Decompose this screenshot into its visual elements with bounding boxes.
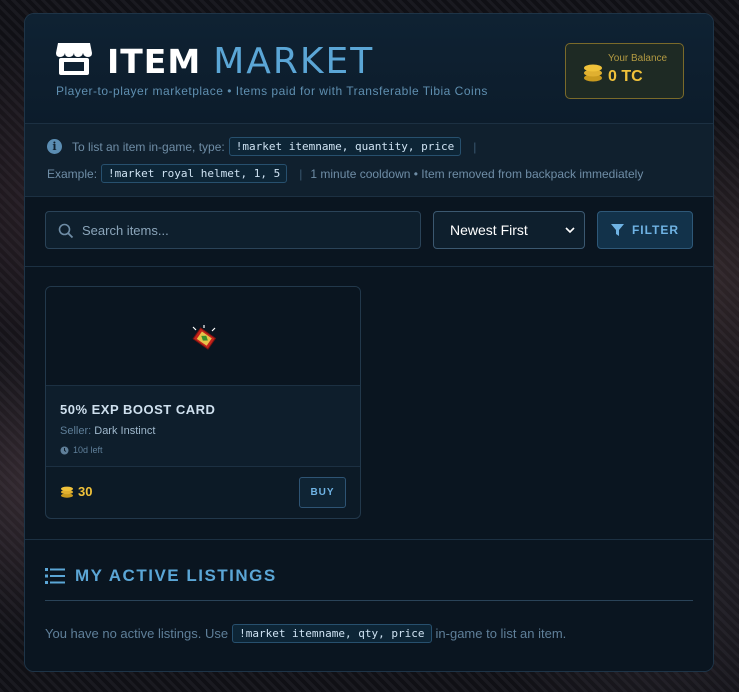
balance-label: Your Balance — [608, 53, 668, 64]
market-panel: ITEM MARKET Player-to-player marketplace… — [24, 13, 714, 672]
info-separator: | — [299, 166, 303, 181]
chevron-down-icon — [565, 227, 575, 234]
clock-icon — [60, 446, 69, 454]
item-footer: 30 BUY — [46, 467, 360, 518]
item-time-left: 10d left — [60, 445, 103, 455]
example-label: Example: — [47, 166, 98, 181]
empty-listings-message: You have no active listings. Use !market… — [45, 624, 566, 643]
sort-selected-value: Newest First — [450, 222, 528, 238]
empty-suffix: in-game to list an item. — [435, 626, 567, 641]
buy-button[interactable]: BUY — [299, 477, 346, 508]
info-separator: | — [473, 139, 477, 154]
filter-label: FILTER — [631, 223, 680, 237]
page-subtitle: Player-to-player marketplace • Items pai… — [56, 84, 488, 98]
item-image-area — [46, 287, 360, 386]
filter-button[interactable]: FILTER — [597, 211, 693, 249]
empty-code: !market itemname, qty, price — [232, 624, 432, 643]
item-details: 50% EXP BOOST CARD Seller: Dark Instinct… — [46, 386, 360, 467]
seller-name: Dark Instinct — [94, 425, 156, 437]
listings-title: MY ACTIVE LISTINGS — [75, 566, 277, 585]
search-box[interactable] — [45, 211, 421, 249]
store-icon — [56, 43, 92, 75]
seller-label: Seller: — [60, 425, 92, 437]
example-code: !market royal helmet, 1, 5 — [101, 164, 288, 183]
title-part-item: ITEM — [107, 42, 202, 81]
title-part-market: MARKET — [213, 41, 375, 82]
balance-box: Your Balance 0 TC — [565, 43, 684, 99]
price-value: 30 — [78, 484, 93, 499]
command-code: !market itemname, quantity, price — [228, 137, 462, 156]
empty-prefix: You have no active listings. Use — [45, 626, 229, 641]
my-listings-section: MY ACTIVE LISTINGS You have no active li… — [25, 539, 713, 671]
item-name: 50% EXP BOOST CARD — [60, 402, 216, 417]
info-banner: i To list an item in-game, type: !market… — [25, 124, 713, 197]
search-icon — [58, 223, 74, 239]
card-item-icon — [192, 325, 217, 350]
coins-icon — [61, 486, 73, 498]
coins-icon — [584, 64, 602, 82]
time-left-text: 10d left — [73, 445, 103, 455]
info-icon: i — [47, 139, 62, 154]
listings-header: MY ACTIVE LISTINGS — [45, 566, 277, 586]
info-line-2: Example: !market royal helmet, 1, 5 | 1 … — [47, 164, 643, 183]
market-item-card[interactable]: 50% EXP BOOST CARD Seller: Dark Instinct… — [45, 286, 361, 519]
balance-value: 0 TC — [608, 68, 643, 85]
info-instruction: To list an item in-game, type: — [72, 139, 225, 154]
info-line-1: i To list an item in-game, type: !market… — [47, 137, 484, 156]
page-title: ITEM MARKET — [107, 41, 374, 82]
filter-icon — [610, 223, 624, 236]
item-price: 30 — [60, 484, 92, 499]
section-divider — [45, 600, 693, 601]
market-header: ITEM MARKET Player-to-player marketplace… — [25, 14, 713, 124]
controls-bar: Newest First FILTER — [25, 197, 713, 267]
list-icon — [45, 568, 65, 584]
search-input[interactable] — [82, 212, 412, 248]
item-seller: Seller: Dark Instinct — [60, 425, 155, 437]
sort-select[interactable]: Newest First — [433, 211, 585, 249]
cooldown-note: 1 minute cooldown • Item removed from ba… — [310, 166, 644, 181]
